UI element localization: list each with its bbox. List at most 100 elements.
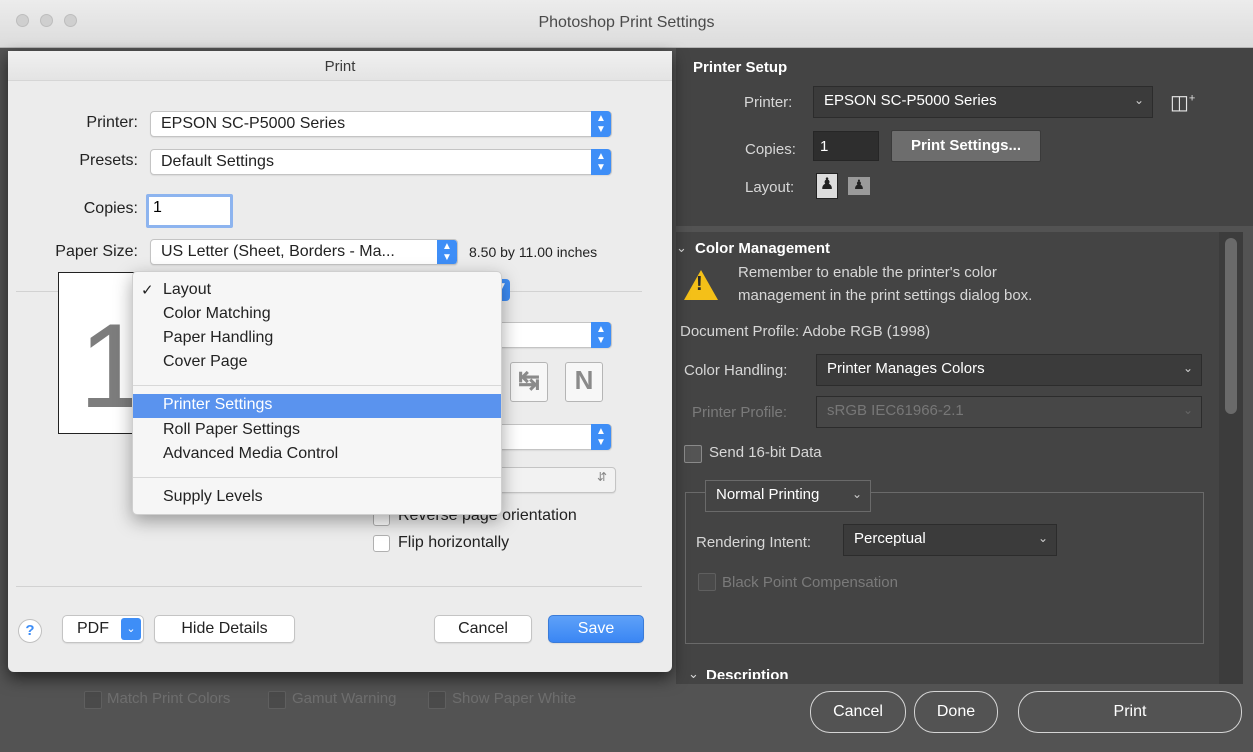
chevron-down-icon: ⌄ — [1182, 403, 1193, 417]
menu-item-label: Layout — [163, 281, 212, 298]
presets-label: Presets: — [79, 152, 138, 169]
match-print-colors-label: Match Print Colors — [107, 690, 231, 707]
menu-item-layout[interactable]: ✓ Layout — [133, 279, 501, 303]
flip-horizontally-label: Flip horizontally — [398, 534, 510, 551]
ps-printer-value: EPSON SC-P5000 Series — [824, 92, 997, 109]
send-16bit-label: Send 16-bit Data — [709, 444, 822, 461]
description-header: Description — [706, 667, 789, 679]
stepper-icon: ⇵ — [596, 470, 607, 484]
description-chevron-icon[interactable]: ⌄ — [688, 666, 699, 682]
rendering-intent-label: Rendering Intent: — [696, 534, 812, 551]
border-popup[interactable]: ▲ ▼ — [492, 424, 612, 450]
printer-label: Printer: — [86, 114, 138, 131]
chevron-down-icon: ⌄ — [1037, 531, 1048, 545]
menu-item-cover-page[interactable]: Cover Page — [133, 351, 501, 375]
menu-separator — [133, 385, 501, 386]
ps-printer-label: Printer: — [744, 94, 793, 111]
document-profile: Document Profile: Adobe RGB (1998) — [680, 323, 931, 340]
scroll-thumb[interactable] — [1225, 238, 1237, 414]
menu-item-roll-paper-settings[interactable]: Roll Paper Settings — [133, 419, 501, 443]
checkmark-icon: ✓ — [141, 282, 154, 299]
rendering-group — [685, 492, 1204, 644]
black-point-checkbox[interactable] — [698, 573, 716, 591]
menu-item-label: Cover Page — [163, 353, 248, 370]
layout-direction-icon[interactable]: ↹ — [510, 362, 548, 402]
stepper-icon: ▲ ▼ — [591, 322, 611, 348]
normal-printing-value: Normal Printing — [716, 486, 820, 503]
chevron-down-icon: ⌄ — [1133, 93, 1144, 107]
menu-item-label: Color Matching — [163, 305, 271, 322]
print-dialog-title: Print — [8, 51, 672, 81]
warning-mark: ! — [696, 273, 703, 295]
presets-popup[interactable]: Default Settings ▲ ▼ — [150, 149, 612, 175]
ps-cancel-button[interactable]: Cancel — [810, 691, 906, 733]
landscape-layout-icon[interactable]: ♟ — [848, 177, 870, 195]
warning-text-line2: management in the print settings dialog … — [738, 287, 1033, 304]
stepper-icon: ▲ ▼ — [591, 111, 611, 137]
match-print-colors-checkbox[interactable] — [84, 691, 102, 709]
menu-item-paper-handling[interactable]: Paper Handling — [133, 327, 501, 351]
pdf-label: PDF — [77, 620, 109, 637]
printer-profile-value: sRGB IEC61966-2.1 — [827, 402, 964, 419]
window-titlebar: Photoshop Print Settings — [0, 0, 1253, 48]
show-paper-white-label: Show Paper White — [452, 690, 577, 707]
section-menu: ✓ Layout Color Matching Paper Handling C… — [132, 271, 502, 515]
paper-size-value: US Letter (Sheet, Borders - Ma... — [161, 243, 395, 260]
printer-setup-header: Printer Setup — [693, 59, 788, 76]
chevron-down-icon: ⌄ — [1182, 361, 1193, 375]
paper-size-label: Paper Size: — [55, 243, 138, 260]
color-management-header: Color Management — [695, 240, 831, 257]
printer-popup[interactable]: EPSON SC-P5000 Series ▲ ▼ — [150, 111, 612, 137]
divider — [16, 586, 642, 587]
black-point-label: Black Point Compensation — [722, 574, 898, 591]
layout-direction-n-icon[interactable]: N — [565, 362, 603, 402]
ps-printer-select[interactable]: EPSON SC-P5000 Series ⌄ — [813, 86, 1153, 118]
hide-details-button[interactable]: Hide Details — [154, 615, 295, 643]
chevron-down-icon: ⌄ — [851, 487, 862, 501]
menu-separator — [133, 477, 501, 478]
gamut-warning-checkbox[interactable] — [268, 691, 286, 709]
print-button[interactable]: Print — [1018, 691, 1242, 733]
color-handling-select[interactable]: Printer Manages Colors ⌄ — [816, 354, 1202, 386]
menu-item-label: Printer Settings — [163, 396, 273, 413]
ps-copies-input[interactable]: 1 — [813, 131, 879, 161]
menu-item-printer-settings[interactable]: Printer Settings — [133, 394, 501, 418]
cancel-button[interactable]: Cancel — [434, 615, 532, 643]
menu-item-advanced-media-control[interactable]: Advanced Media Control — [133, 443, 501, 467]
layout-option-popup[interactable]: ▲ ▼ — [492, 322, 612, 348]
printer-profile-label: Printer Profile: — [692, 404, 788, 421]
help-button[interactable]: ? — [18, 619, 42, 643]
show-paper-white-checkbox[interactable] — [428, 691, 446, 709]
normal-printing-select[interactable]: Normal Printing ⌄ — [705, 480, 871, 512]
collapse-chevron-icon[interactable]: ⌄ — [676, 240, 687, 256]
portrait-layout-icon[interactable]: ♟ — [816, 173, 838, 199]
scrollbar[interactable] — [1219, 232, 1243, 684]
menu-item-label: Advanced Media Control — [163, 445, 339, 462]
chevron-down-icon: ⌄ — [121, 618, 141, 640]
copies-label: Copies: — [83, 200, 138, 217]
stepper-icon: ▲ ▼ — [591, 424, 611, 450]
two-sided-popup[interactable]: ⇵ — [492, 467, 616, 493]
menu-item-label: Supply Levels — [163, 488, 263, 505]
menu-item-label: Paper Handling — [163, 329, 274, 346]
menu-item-color-matching[interactable]: Color Matching — [133, 303, 501, 327]
menu-item-supply-levels[interactable]: Supply Levels — [133, 486, 501, 510]
gamut-warning-label: Gamut Warning — [292, 690, 397, 707]
stepper-icon: ▲ ▼ — [437, 240, 457, 264]
done-button[interactable]: Done — [914, 691, 998, 733]
pdf-menu-button[interactable]: PDF ⌄ — [62, 615, 144, 643]
color-handling-value: Printer Manages Colors — [827, 360, 985, 377]
stepper-icon: ▲ ▼ — [591, 149, 611, 175]
add-printer-icon[interactable]: ◫+ — [1170, 90, 1195, 115]
ps-copies-label: Copies: — [745, 141, 796, 158]
rendering-intent-select[interactable]: Perceptual ⌄ — [843, 524, 1057, 556]
rendering-intent-value: Perceptual — [854, 530, 926, 547]
copies-input[interactable]: 1 — [146, 194, 233, 228]
printer-profile-select[interactable]: sRGB IEC61966-2.1 ⌄ — [816, 396, 1202, 428]
send-16bit-checkbox[interactable] — [684, 445, 702, 463]
window-title: Photoshop Print Settings — [538, 14, 715, 31]
print-settings-button[interactable]: Print Settings... — [891, 130, 1041, 162]
flip-horizontally-checkbox[interactable] — [373, 535, 390, 552]
paper-size-popup[interactable]: US Letter (Sheet, Borders - Ma... ▲ ▼ — [150, 239, 458, 265]
save-button[interactable]: Save — [548, 615, 644, 643]
